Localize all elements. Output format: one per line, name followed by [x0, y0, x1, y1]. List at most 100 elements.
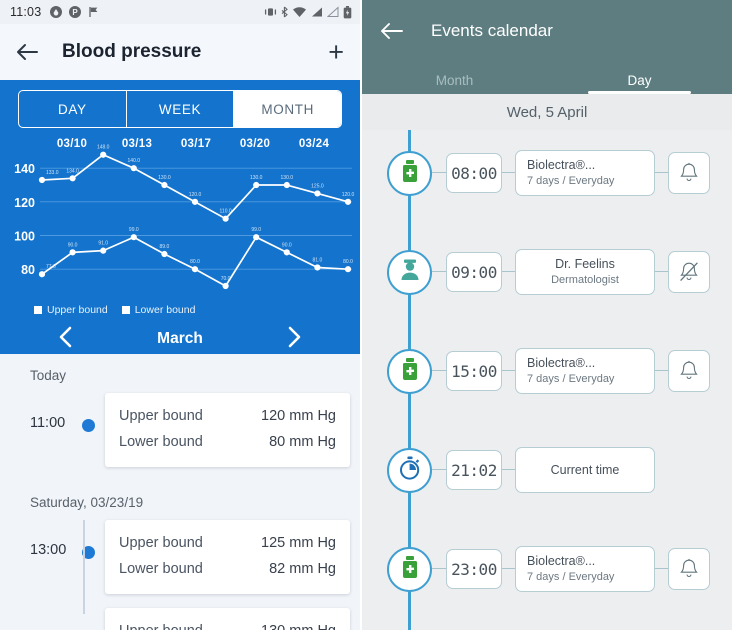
svg-text:80: 80	[21, 263, 35, 277]
bell-icon[interactable]	[668, 152, 710, 194]
event-type-node[interactable]	[387, 150, 432, 196]
page-title: Blood pressure	[62, 41, 202, 62]
section-day-label: Today	[30, 368, 67, 383]
vibrate-icon	[264, 6, 277, 18]
event-row[interactable]: 23:00 Biolectra®... 7 days / Everyday	[362, 538, 732, 600]
parking-icon: P	[69, 6, 82, 18]
legend-swatch-icon	[34, 306, 42, 314]
event-type-node[interactable]	[387, 249, 432, 295]
event-subtitle: Dermatologist	[551, 274, 619, 287]
status-bar-time: 11:03	[10, 5, 42, 19]
chevron-right-icon[interactable]	[286, 325, 302, 354]
table-row: Upper bound 125 mm Hg	[119, 530, 336, 556]
measurement-card[interactable]: Upper bound 120 mm Hg Lower bound 80 mm …	[105, 393, 350, 467]
event-time[interactable]: 08:00	[446, 153, 502, 193]
event-details[interactable]: Biolectra®... 7 days / Everyday	[515, 150, 655, 196]
event-details[interactable]: Dr. Feelins Dermatologist	[515, 249, 655, 295]
section-day-label: Saturday, 03/23/19	[30, 495, 144, 510]
svg-text:77.0: 77.0	[46, 264, 56, 270]
connector	[655, 271, 668, 273]
event-time[interactable]: 15:00	[446, 351, 502, 391]
measurement-card[interactable]: Upper bound 130 mm Hg	[105, 608, 350, 630]
svg-text:80.0: 80.0	[190, 259, 200, 265]
row-key: Upper bound	[119, 623, 203, 630]
event-type-node[interactable]	[387, 348, 432, 394]
connector	[432, 271, 446, 273]
svg-text:99.0: 99.0	[251, 227, 261, 233]
legend-item-lower: Lower bound	[121, 304, 196, 316]
blood-pressure-screen: 11:03 P Blood pressure + DAY WEEK MONTH …	[0, 0, 360, 630]
event-details[interactable]: Biolectra®... 7 days / Everyday	[515, 546, 655, 592]
calendar-tabs[interactable]: Month Day	[362, 62, 732, 94]
table-row: Lower bound 80 mm Hg	[119, 429, 336, 455]
table-row: Lower bound 82 mm Hg	[119, 556, 336, 582]
dual-screenshot: 11:03 P Blood pressure + DAY WEEK MONTH …	[0, 0, 732, 630]
list-section: Today 11:00 Upper bound 120 mm Hg Lower …	[0, 354, 360, 467]
connector	[655, 568, 668, 570]
svg-text:134.0: 134.0	[66, 168, 79, 174]
doctor-icon	[398, 258, 422, 287]
svg-text:90.0: 90.0	[282, 242, 292, 248]
event-details[interactable]: Current time	[515, 447, 655, 493]
measurement-list[interactable]: Today 11:00 Upper bound 120 mm Hg Lower …	[0, 354, 360, 630]
bluetooth-icon	[281, 6, 288, 18]
list-item[interactable]: 13:00 Upper bound 125 mm Hg Lower bound …	[0, 520, 360, 614]
bell-icon[interactable]	[668, 350, 710, 392]
measurement-card[interactable]: Upper bound 125 mm Hg Lower bound 82 mm …	[105, 520, 350, 594]
event-row[interactable]: 08:00 Biolectra®... 7 days / Everyday	[362, 142, 732, 204]
signal-icon	[311, 6, 323, 18]
add-measurement-button[interactable]: +	[328, 38, 344, 66]
pill-bottle-icon	[399, 159, 421, 188]
wifi-icon	[292, 6, 307, 18]
event-title: Biolectra®...	[527, 554, 596, 569]
list-section: Saturday, 03/23/19 13:00 Upper bound 125…	[0, 481, 360, 630]
chevron-left-icon[interactable]	[58, 325, 74, 354]
row-key: Lower bound	[119, 434, 203, 450]
tab-day[interactable]: Day	[547, 73, 732, 94]
entry-time: 13:00	[30, 542, 67, 558]
connector	[502, 370, 515, 372]
back-arrow-icon[interactable]	[16, 43, 38, 61]
droplet-icon	[50, 6, 63, 18]
event-title: Biolectra®...	[527, 356, 596, 371]
pill-bottle-icon	[399, 555, 421, 584]
event-title: Biolectra®...	[527, 158, 596, 173]
segment-month[interactable]: MONTH	[234, 91, 341, 127]
connector	[432, 370, 446, 372]
tab-month[interactable]: Month	[362, 73, 547, 94]
connector	[502, 568, 515, 570]
event-row[interactable]: 09:00 Dr. Feelins Dermatologist	[362, 241, 732, 303]
svg-text:100: 100	[14, 230, 35, 244]
event-type-node[interactable]	[387, 447, 432, 493]
signal-alt-icon	[327, 6, 339, 18]
range-segmented-control[interactable]: DAY WEEK MONTH	[18, 90, 342, 128]
event-type-node[interactable]	[387, 546, 432, 592]
legend-label: Lower bound	[134, 304, 196, 316]
back-arrow-icon[interactable]	[380, 22, 403, 40]
events-timeline: 08:00 Biolectra®... 7 days / Everyday 09…	[362, 130, 732, 630]
list-item[interactable]: 11:00 Upper bound 120 mm Hg Lower bound …	[0, 393, 360, 467]
status-bar: 11:03 P	[0, 0, 360, 24]
svg-text:110.0: 110.0	[220, 209, 232, 215]
events-calendar-screen: Events calendar Month Day Wed, 5 April 0…	[360, 0, 732, 630]
svg-text:90.0: 90.0	[68, 242, 78, 248]
selected-date-label: Wed, 5 April	[362, 94, 732, 130]
svg-text:130.0: 130.0	[281, 175, 294, 181]
connector	[502, 271, 515, 273]
current-month-label: March	[157, 330, 203, 347]
event-time[interactable]: 09:00	[446, 252, 502, 292]
bell-icon[interactable]	[668, 548, 710, 590]
event-time[interactable]: 21:02	[446, 450, 502, 490]
bell-off-icon[interactable]	[668, 251, 710, 293]
event-details[interactable]: Biolectra®... 7 days / Everyday	[515, 348, 655, 394]
event-row[interactable]: 21:02 Current time	[362, 439, 732, 501]
segment-week[interactable]: WEEK	[127, 91, 235, 127]
segment-day[interactable]: DAY	[19, 91, 127, 127]
event-row[interactable]: 15:00 Biolectra®... 7 days / Everyday	[362, 340, 732, 402]
svg-text:140: 140	[14, 162, 35, 176]
connector	[432, 469, 446, 471]
event-time[interactable]: 23:00	[446, 549, 502, 589]
svg-text:125.0: 125.0	[311, 183, 324, 189]
list-item[interactable]: 10:00 Upper bound 130 mm Hg	[0, 608, 360, 630]
event-subtitle: 7 days / Everyday	[527, 175, 615, 188]
